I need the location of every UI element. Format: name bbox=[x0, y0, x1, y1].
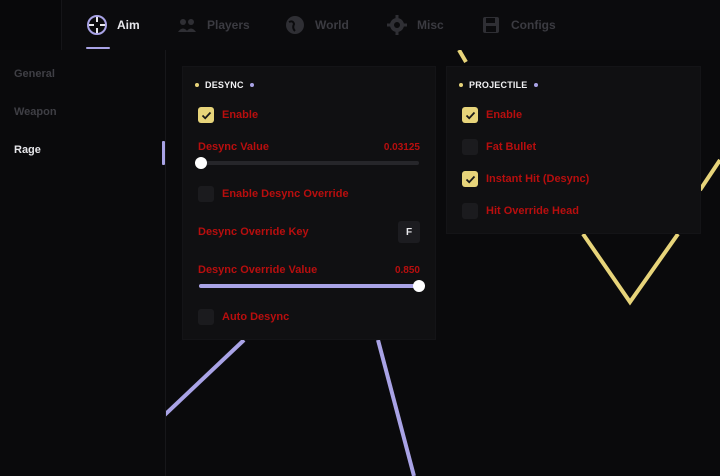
desync-override-value-readout: 0.850 bbox=[394, 265, 420, 276]
desync-value-slider-knob[interactable] bbox=[195, 157, 207, 169]
desync-override-value-slider-knob[interactable] bbox=[413, 280, 425, 292]
hit-override-head-checkbox[interactable] bbox=[462, 203, 478, 219]
tab-world[interactable]: World bbox=[284, 0, 349, 50]
users-icon bbox=[178, 19, 196, 32]
desync-override-value-slider[interactable] bbox=[199, 280, 425, 292]
desync-enable-label: Enable bbox=[222, 109, 259, 121]
purple-line-center bbox=[376, 339, 416, 476]
desync-value-label: Desync Value bbox=[198, 141, 269, 153]
top-navigation-bar: Aim Players World Misc Configs bbox=[0, 0, 720, 50]
projectile-enable-checkbox[interactable] bbox=[462, 107, 478, 123]
projectile-option-row[interactable]: Fat Bullet bbox=[462, 139, 536, 155]
check-icon bbox=[201, 111, 211, 119]
desync-panel-header: DESYNC bbox=[195, 80, 254, 90]
desync-override-value-slider-fill bbox=[199, 284, 419, 288]
fat-bullet-label: Fat Bullet bbox=[486, 141, 537, 153]
tab-misc[interactable]: Misc bbox=[386, 0, 444, 50]
yellow-v-shape bbox=[581, 232, 680, 306]
desync-enable-checkbox[interactable] bbox=[198, 107, 214, 123]
fat-bullet-checkbox[interactable] bbox=[462, 139, 478, 155]
desync-panel: DESYNC Enable Desync Value 0.03125 Enabl… bbox=[182, 66, 436, 340]
save-icon bbox=[483, 17, 499, 33]
desync-override-value-label: Desync Override Value bbox=[198, 264, 318, 276]
globe-icon bbox=[286, 16, 304, 34]
purple-dot-icon bbox=[533, 83, 538, 87]
desync-panel-title: DESYNC bbox=[205, 80, 244, 90]
auto-desync-checkbox[interactable] bbox=[198, 309, 214, 325]
instant-hit-checkbox[interactable] bbox=[462, 171, 478, 187]
gear-icon bbox=[387, 15, 407, 35]
instant-hit-label: Instant Hit (Desync) bbox=[486, 173, 590, 185]
projectile-option-row[interactable]: Enable bbox=[462, 107, 522, 123]
desync-override-enable-label: Enable Desync Override bbox=[222, 188, 349, 200]
desync-override-key-button[interactable]: F bbox=[398, 221, 420, 243]
auto-desync-row[interactable]: Auto Desync bbox=[198, 309, 289, 325]
auto-desync-label: Auto Desync bbox=[222, 311, 290, 323]
desync-value-slider[interactable] bbox=[195, 157, 419, 169]
desync-override-key-label: Desync Override Key bbox=[198, 226, 309, 238]
active-tab-underline bbox=[86, 47, 110, 49]
projectile-option-row[interactable]: Hit Override Head bbox=[462, 203, 579, 219]
tab-configs[interactable]: Configs bbox=[480, 0, 556, 50]
hit-override-head-label: Hit Override Head bbox=[486, 205, 579, 217]
yellow-line-top bbox=[457, 48, 468, 64]
tab-players-label: Players bbox=[207, 18, 250, 32]
tab-configs-label: Configs bbox=[511, 18, 556, 32]
desync-enable-row[interactable]: Enable bbox=[198, 107, 258, 123]
projectile-panel: PROJECTILE Enable Fat Bullet Instant Hit… bbox=[446, 66, 701, 234]
crosshair-icon bbox=[87, 15, 107, 35]
sidebar-item-rage[interactable]: Rage bbox=[14, 144, 41, 156]
projectile-enable-label: Enable bbox=[486, 109, 523, 121]
projectile-panel-title: PROJECTILE bbox=[469, 80, 528, 90]
desync-value-readout: 0.03125 bbox=[383, 142, 420, 153]
check-icon bbox=[465, 175, 475, 183]
tab-aim[interactable]: Aim bbox=[86, 0, 140, 50]
projectile-panel-header: PROJECTILE bbox=[459, 80, 538, 90]
yellow-dot-icon bbox=[459, 83, 463, 87]
desync-override-enable-checkbox[interactable] bbox=[198, 186, 214, 202]
tab-players[interactable]: Players bbox=[176, 0, 250, 50]
desync-override-enable-row[interactable]: Enable Desync Override bbox=[198, 186, 349, 202]
projectile-option-row[interactable]: Instant Hit (Desync) bbox=[462, 171, 589, 187]
yellow-line-right bbox=[698, 158, 720, 192]
tab-aim-label: Aim bbox=[117, 18, 140, 32]
yellow-dot-icon bbox=[195, 83, 199, 87]
purple-dot-icon bbox=[249, 83, 254, 87]
tab-world-label: World bbox=[315, 18, 349, 32]
sidebar-item-general[interactable]: General bbox=[14, 68, 55, 80]
logo-area bbox=[0, 0, 62, 50]
active-sidebar-indicator bbox=[162, 141, 165, 165]
tab-misc-label: Misc bbox=[417, 18, 444, 32]
sidebar-item-weapon[interactable]: Weapon bbox=[14, 106, 57, 118]
check-icon bbox=[465, 111, 475, 119]
